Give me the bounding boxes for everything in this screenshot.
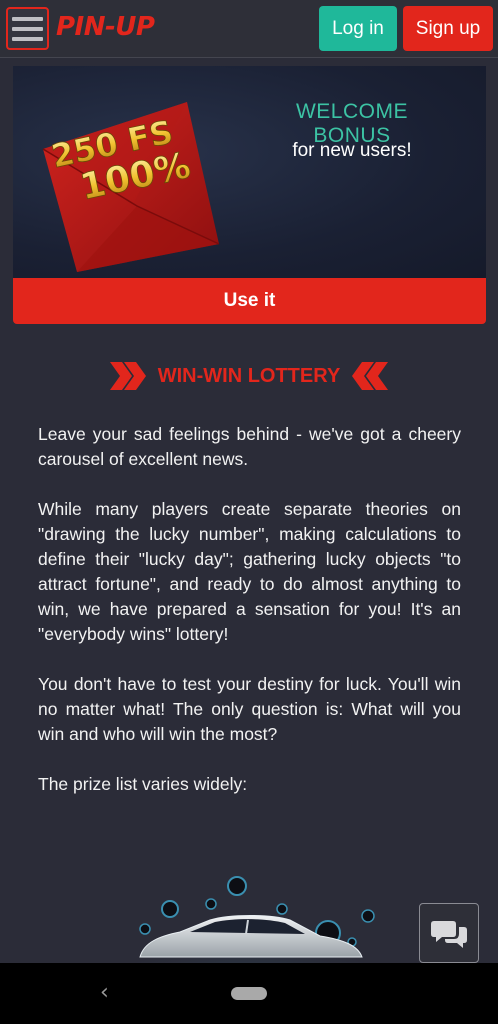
banner-subtitle: for new users! <box>292 140 412 161</box>
double-chevron-right-icon <box>109 362 146 390</box>
article-body: Leave your sad feelings behind - we've g… <box>38 422 461 822</box>
article-paragraph: While many players create separate theor… <box>38 499 461 644</box>
article-paragraph: Leave your sad feelings behind - we've g… <box>38 424 461 469</box>
home-pill-icon[interactable] <box>231 987 267 1000</box>
brand-logo[interactable]: PIN-UP <box>56 12 155 42</box>
article-paragraph: You don't have to test your destiny for … <box>38 674 461 744</box>
double-chevron-left-icon <box>352 362 389 390</box>
hamburger-icon-bar <box>12 26 43 31</box>
section-heading: WIN-WIN LOTTERY <box>0 357 498 395</box>
signup-button[interactable]: Sign up <box>403 6 493 51</box>
use-bonus-button[interactable]: Use it <box>13 278 486 324</box>
hamburger-icon-bar <box>12 36 43 41</box>
section-title: WIN-WIN LOTTERY <box>157 364 341 387</box>
back-icon[interactable]: ‹ <box>100 980 109 1005</box>
top-header: PIN-UP Log in Sign up <box>0 0 498 58</box>
login-button[interactable]: Log in <box>319 6 397 51</box>
hamburger-icon-bar <box>12 16 43 21</box>
car-prize-image <box>100 876 400 963</box>
chat-bubbles-icon <box>431 921 467 948</box>
live-chat-button[interactable] <box>419 903 479 963</box>
menu-button[interactable] <box>6 7 49 50</box>
system-navigation-bar: ‹ <box>0 963 498 1024</box>
red-envelope-image: 250 FS 100% <box>42 102 220 272</box>
article-paragraph: The prize list varies widely: <box>38 774 248 794</box>
welcome-bonus-banner[interactable]: 250 FS 100% WELCOME BONUS for new users! <box>13 66 486 280</box>
